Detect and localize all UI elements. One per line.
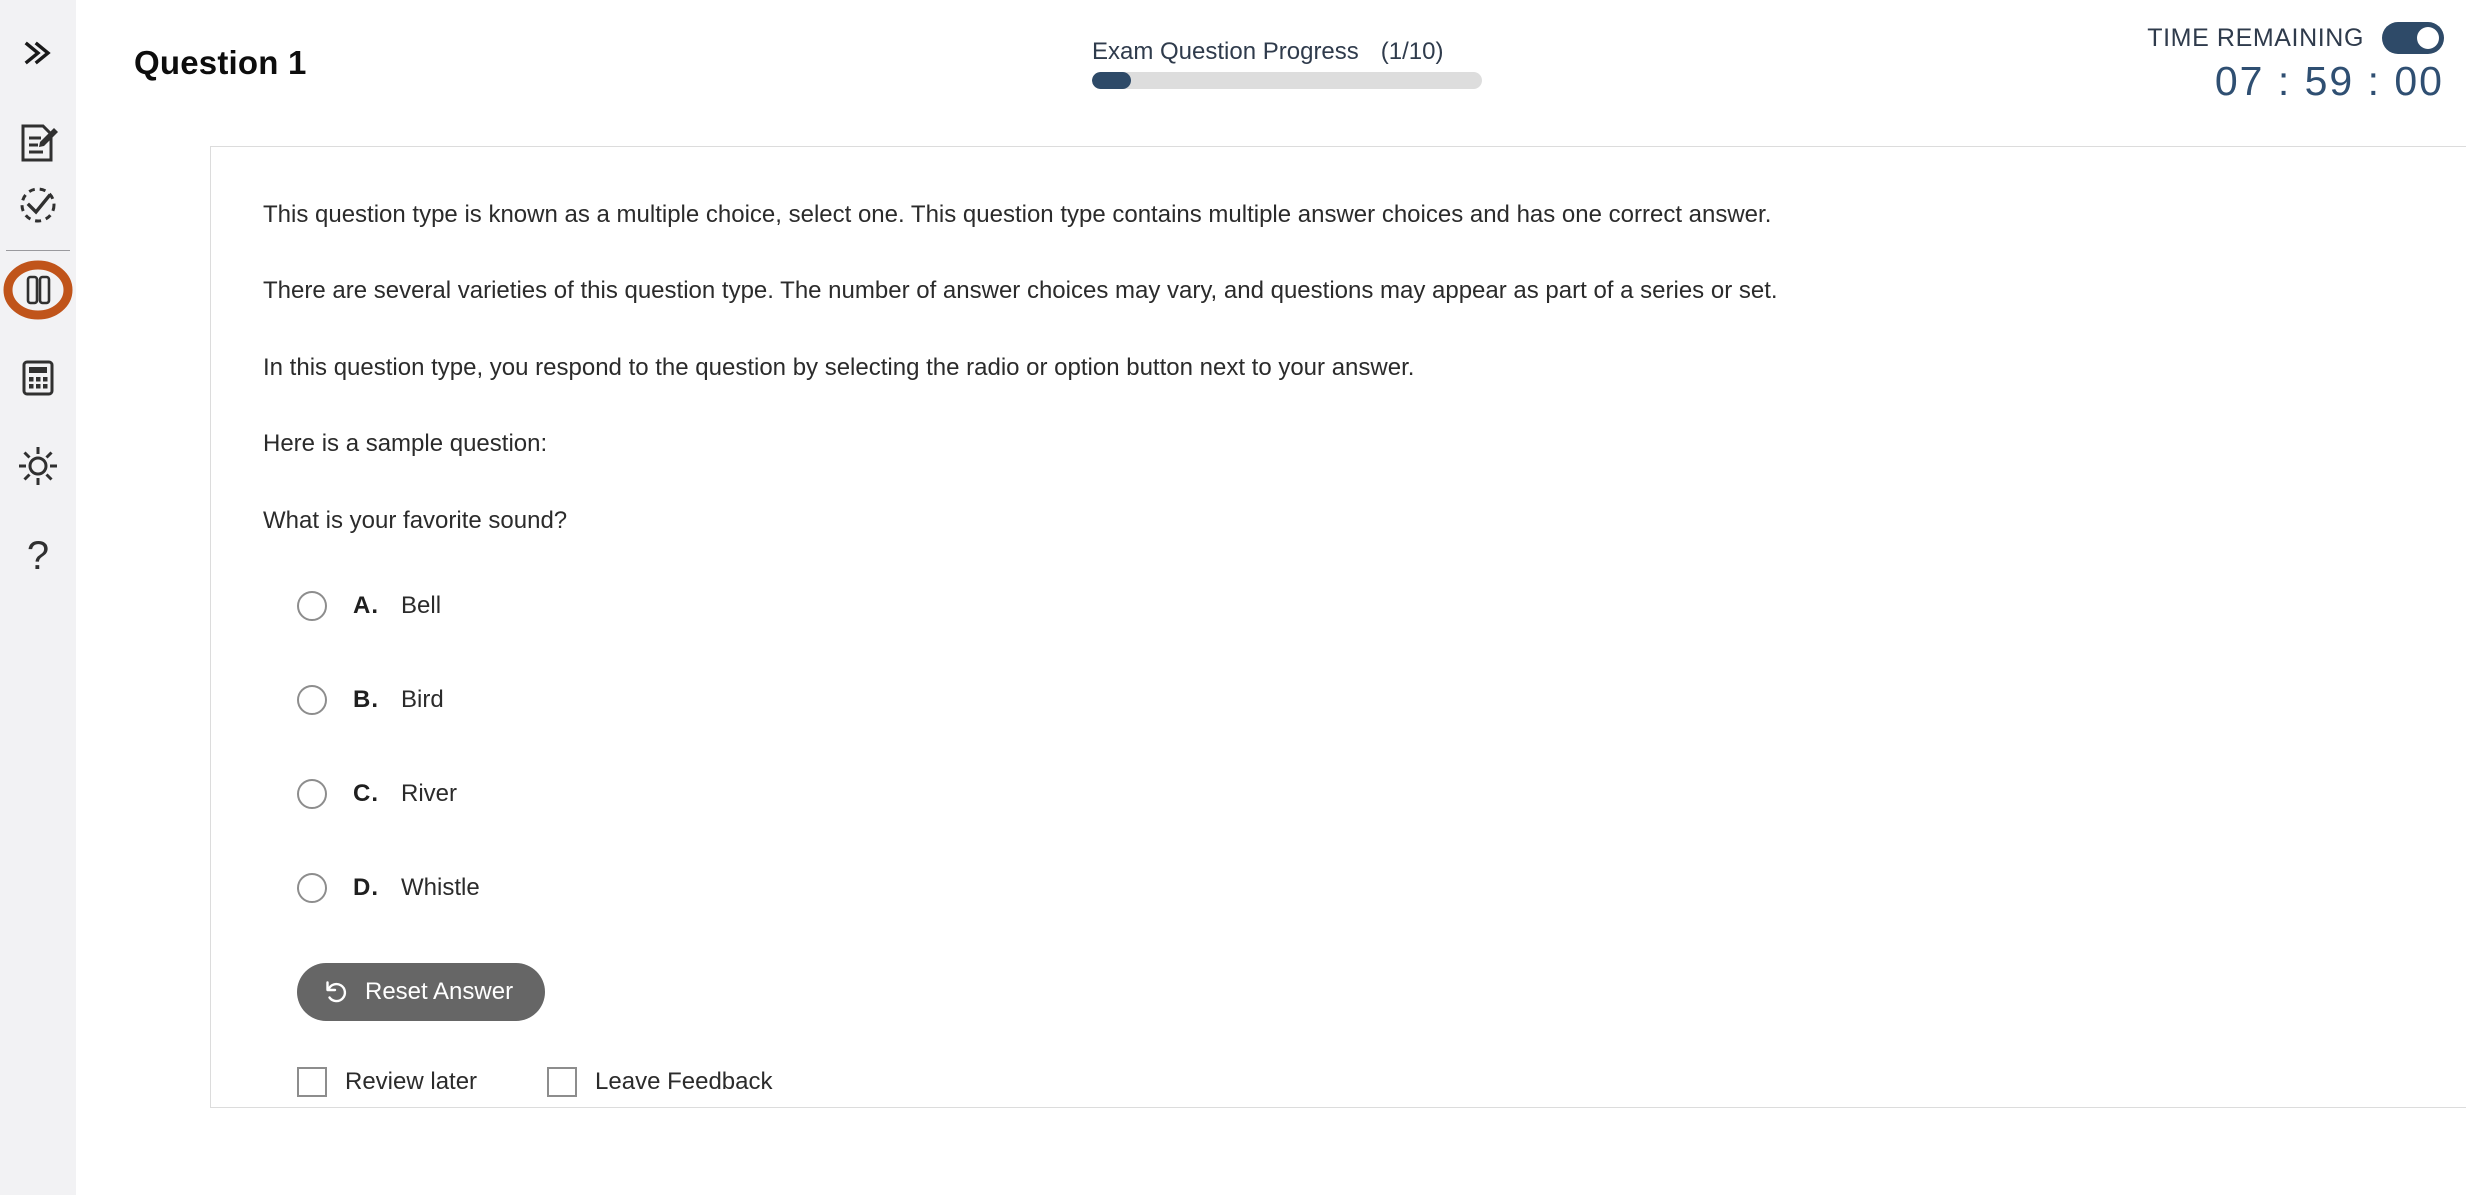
question-paragraph-1: This question type is known as a multipl… (263, 201, 1772, 228)
sidebar-item-expand-panel[interactable] (0, 22, 76, 84)
review-later-label: Review later (345, 1067, 478, 1095)
toggle-knob (2417, 27, 2439, 49)
reset-answer-button[interactable]: Reset Answer (297, 962, 546, 1021)
sidebar-item-calculator[interactable] (0, 347, 76, 409)
undo-arrow-icon (323, 979, 349, 1005)
option-letter: B. (353, 685, 379, 713)
page-title: Question 1 (134, 44, 307, 81)
main-content: Question 1 Exam Question Progress (1/10)… (76, 0, 2466, 1195)
sidebar-item-pause-exam[interactable] (0, 259, 76, 321)
sidebar-item-brightness[interactable] (0, 435, 76, 497)
progress-fill (1092, 72, 1131, 89)
option-letter: D. (353, 873, 379, 901)
exam-header: Question 1 Exam Question Progress (1/10)… (76, 0, 2466, 146)
timer-value: 07 : 59 : 00 (2214, 58, 2444, 104)
question-flags: Review later Leave Feedback (297, 1066, 2459, 1097)
question-mark-icon: ? (18, 535, 58, 581)
clock-check-icon (16, 183, 60, 227)
review-later-checkbox[interactable] (297, 1066, 327, 1097)
progress-count: (1/10) (1380, 38, 1444, 65)
timer-visibility-toggle[interactable] (2382, 22, 2444, 54)
option-letter: C. (353, 779, 379, 807)
sidebar-item-help[interactable]: ? (0, 527, 76, 589)
leave-feedback-checkbox[interactable] (547, 1066, 578, 1097)
exam-progress: Exam Question Progress (1/10) (1092, 38, 1482, 89)
option-letter: A. (353, 591, 379, 619)
chevrons-right-icon (21, 38, 55, 68)
option-label: Bell (401, 591, 442, 619)
svg-text:?: ? (27, 535, 49, 578)
option-c[interactable]: C. River (263, 769, 2459, 819)
question-paragraph-3: In this question type, you respond to th… (263, 353, 1415, 381)
option-label: River (401, 779, 458, 807)
question-card: This question type is known as a multipl… (210, 146, 2466, 1108)
calculator-icon (17, 357, 59, 399)
question-prompt: What is your favorite sound? (263, 506, 568, 534)
sidebar-divider (6, 250, 70, 251)
timer-label: TIME REMAINING (2147, 23, 2364, 52)
timer-block: TIME REMAINING 07 : 59 : 00 (2147, 22, 2444, 105)
radio-button-c[interactable] (297, 778, 327, 809)
sun-icon (16, 444, 60, 488)
radio-button-d[interactable] (297, 872, 327, 903)
note-edit-icon (16, 121, 60, 165)
question-paragraph-2: There are several varieties of this ques… (263, 277, 1778, 305)
pause-icon (3, 259, 73, 321)
tool-sidebar: ? (0, 0, 76, 1195)
option-label: Whistle (401, 873, 480, 901)
option-b[interactable]: B. Bird (263, 675, 2459, 725)
radio-button-a[interactable] (297, 590, 327, 621)
exam-app: ? Question 1 Exam Question Progress (1/1… (0, 0, 2466, 1195)
reset-answer-label: Reset Answer (365, 977, 514, 1005)
answer-options: A. Bell B. Bird C. River D. Whistle (263, 581, 2459, 913)
leave-feedback-control[interactable]: Leave Feedback (547, 1066, 773, 1097)
radio-button-b[interactable] (297, 684, 327, 715)
option-a[interactable]: A. Bell (263, 581, 2459, 631)
sidebar-item-review-progress[interactable] (0, 174, 76, 236)
sidebar-item-notes[interactable] (0, 112, 76, 174)
question-paragraph-4: Here is a sample question: (263, 430, 548, 458)
progress-track (1092, 72, 1482, 89)
option-label: Bird (401, 685, 444, 713)
progress-label: Exam Question Progress (1092, 38, 1359, 65)
leave-feedback-label: Leave Feedback (595, 1067, 773, 1095)
review-later-control[interactable]: Review later (297, 1066, 478, 1097)
option-d[interactable]: D. Whistle (263, 863, 2459, 913)
